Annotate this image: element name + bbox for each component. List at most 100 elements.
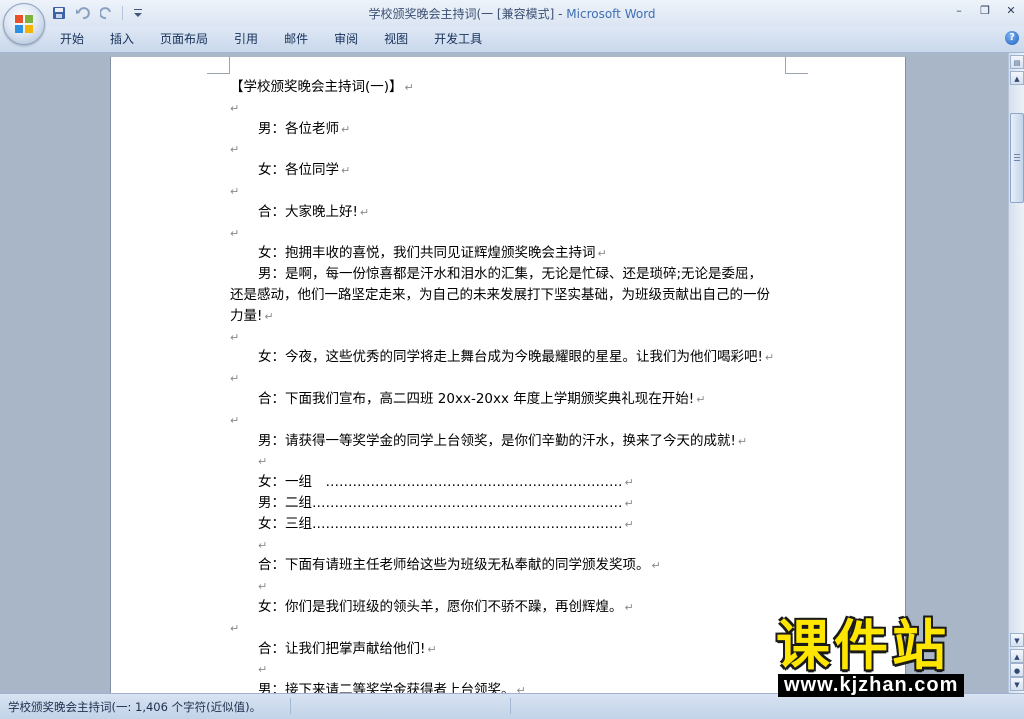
watermark-title: 课件站 <box>776 614 950 677</box>
document-page[interactable]: 【学校颁奖晚会主持词(一)】 ↵ ↵ 男：各位老师 ↵ ↵ 女：各位同学 ↵ ↵ 合：大家晚上好!… <box>110 57 906 693</box>
paragraph-mark-icon: ↵ <box>404 81 414 94</box>
tab-insert[interactable]: 插入 <box>100 30 144 48</box>
ribbon-tab-bar: 开始 插入 页面布局 引用 邮件 审阅 视图 开发工具 ? <box>0 26 1024 53</box>
help-icon[interactable]: ? <box>1005 31 1019 45</box>
paragraph-text: 男：是啊，每一份惊喜都是汗水和泪水的汇集，无论是忙碌、还是琐碎;无论是委屈， <box>258 266 763 283</box>
app-name: Microsoft Word <box>566 7 656 21</box>
paragraph-mark-icon: ↵ <box>230 184 240 198</box>
line-text: 男：接下来请二等奖学金获得者上台领奖。 <box>258 682 515 693</box>
tab-references[interactable]: 引用 <box>224 30 268 48</box>
scroll-up-icon[interactable]: ▲ <box>1010 71 1024 85</box>
empty-line: ↵ <box>230 410 790 431</box>
text-line: 【学校颁奖晚会主持词(一)】 ↵ <box>230 77 790 98</box>
empty-line: ↵ <box>230 659 790 680</box>
line-text: 合：让我们把掌声献给他们! <box>258 640 426 657</box>
paragraph-mark-icon: ↵ <box>258 455 268 469</box>
empty-line: ↵ <box>230 618 790 639</box>
line-text: 女：各位同学 <box>258 162 339 179</box>
paragraph-mark-icon: ↵ <box>341 164 351 178</box>
browse-object-icon[interactable]: ● <box>1010 663 1024 677</box>
close-button[interactable]: ✕ <box>1002 2 1020 20</box>
text-line: 女：各位同学 ↵ <box>230 160 790 181</box>
paragraph-mark-icon: ↵ <box>230 226 240 240</box>
text-line: 男：接下来请二等奖学金获得者上台领奖。 ↵ <box>230 680 790 693</box>
paragraph-text: 还是感动，他们一路坚定走来，为自己的未来发展打下坚实基础，为班级贡献出自己的一份 <box>230 286 770 303</box>
line-text: 男：请获得一等奖学金的同学上台领奖，是你们辛勤的汗水，换来了今天的成就! <box>258 432 736 449</box>
empty-line: ↵ <box>230 535 790 556</box>
paragraph-mark-icon: ↵ <box>764 351 775 365</box>
text-line: 男：二组…………………………………………………………… ↵ <box>230 493 790 514</box>
tab-view[interactable]: 视图 <box>374 30 418 48</box>
paragraph-mark-icon: ↵ <box>230 372 240 386</box>
document-body[interactable]: 【学校颁奖晚会主持词(一)】 ↵ ↵ 男：各位老师 ↵ ↵ 女：各位同学 ↵ ↵ 合：大家晚上好!… <box>230 77 790 693</box>
paragraph-mark-icon: ↵ <box>651 559 661 573</box>
previous-page-icon[interactable]: ▲ <box>1010 649 1024 663</box>
paragraph-line: 力量! ↵ <box>230 306 790 327</box>
tab-page-layout[interactable]: 页面布局 <box>150 30 218 48</box>
ruler-toggle-icon[interactable]: ▤ <box>1010 55 1024 69</box>
paragraph-mark-icon: ↵ <box>230 143 240 157</box>
paragraph-mark-icon: ↵ <box>624 496 634 510</box>
paragraph-mark-icon: ↵ <box>427 642 437 656</box>
line-text: 女：今夜，这些优秀的同学将走上舞台成为今晚最耀眼的星星。让我们为他们喝彩吧! <box>258 349 763 366</box>
line-text: 男：二组…………………………………………………………… <box>258 494 623 511</box>
paragraph-line: 男：是啊，每一份惊喜都是汗水和泪水的汇集，无论是忙碌、还是琐碎;无论是委屈， <box>230 264 790 285</box>
tab-home[interactable]: 开始 <box>50 30 94 48</box>
vertical-scrollbar[interactable]: ▤ ▲ ▼ ▲ ● ▼ <box>1008 53 1024 693</box>
restore-button[interactable]: ❐ <box>976 2 994 20</box>
text-line: 合：让我们把掌声献给他们! ↵ <box>230 639 790 660</box>
empty-line: ↵ <box>230 576 790 597</box>
paragraph-mark-icon: ↵ <box>230 101 240 115</box>
scroll-down-icon[interactable]: ▼ <box>1010 633 1024 647</box>
next-page-icon[interactable]: ▼ <box>1010 677 1024 691</box>
paragraph-long: 男：是啊，每一份惊喜都是汗水和泪水的汇集，无论是忙碌、还是琐碎;无论是委屈， 还… <box>230 264 790 326</box>
paragraph-mark-icon: ↵ <box>258 580 268 594</box>
paragraph-mark-icon: ↵ <box>230 621 240 635</box>
empty-line: ↵ <box>230 368 790 389</box>
line-text: 女：一组 ………………………………………………………… <box>258 474 623 491</box>
title-separator: - <box>554 7 567 21</box>
paragraph-mark-icon: ↵ <box>624 517 634 531</box>
line-text: 合：下面有请班主任老师给这些为班级无私奉献的同学颁发奖项。 <box>258 557 650 574</box>
tab-review[interactable]: 审阅 <box>324 30 368 48</box>
ribbon-tabs: 开始 插入 页面布局 引用 邮件 审阅 视图 开发工具 <box>50 30 498 48</box>
text-line: 女：一组 ………………………………………………………… ↵ <box>230 472 790 493</box>
text-line: 男：各位老师 ↵ <box>230 119 790 140</box>
text-line: 合：下面我们宣布，高二四班 20xx-20xx 年度上学期颁奖典礼现在开始! ↵ <box>230 389 790 410</box>
paragraph-text: 力量! <box>230 307 263 324</box>
text-line: 男：请获得一等奖学金的同学上台领奖，是你们辛勤的汗水，换来了今天的成就! ↵ <box>230 431 790 452</box>
paragraph-mark-icon: ↵ <box>624 476 634 490</box>
paragraph-mark-icon: ↵ <box>516 684 526 693</box>
text-line: 女：你们是我们班级的领头羊，愿你们不骄不躁，再创辉煌。 ↵ <box>230 597 790 618</box>
paragraph-mark-icon: ↵ <box>624 600 634 614</box>
paragraph-mark-icon: ↵ <box>359 205 370 219</box>
status-separator <box>510 698 511 714</box>
line-text: 女：三组…………………………………………………………… <box>258 515 623 532</box>
tab-developer[interactable]: 开发工具 <box>424 30 492 48</box>
margin-corner-top-left <box>207 57 230 74</box>
empty-line: ↵ <box>230 139 790 160</box>
window-title: 学校颁奖晚会主持词(一 [兼容模式] - Microsoft Word <box>0 5 1024 22</box>
text-line: 女：抱拥丰收的喜悦，我们共同见证辉煌颁奖晚会主持词 ↵ <box>230 243 790 264</box>
paragraph-mark-icon: ↵ <box>696 392 706 406</box>
status-word-count[interactable]: 学校颁奖晚会主持词(一: 1,406 个字符(近似值)。 <box>8 699 261 715</box>
line-text: 男：各位老师 <box>258 120 339 137</box>
paragraph-mark-icon: ↵ <box>264 309 274 323</box>
minimize-button[interactable]: – <box>950 2 968 20</box>
text-line: 女：今夜，这些优秀的同学将走上舞台成为今晚最耀眼的星星。让我们为他们喝彩吧! ↵ <box>230 347 790 368</box>
paragraph-mark-icon: ↵ <box>258 663 268 677</box>
status-separator <box>290 698 291 714</box>
line-text: 【学校颁奖晚会主持词(一)】 <box>230 79 403 95</box>
line-text: 合：下面我们宣布，高二四班 20xx-20xx 年度上学期颁奖典礼现在开始! <box>258 390 695 407</box>
line-text: 合：大家晚上好! <box>258 203 358 220</box>
empty-line: ↵ <box>230 327 790 348</box>
office-button[interactable] <box>3 3 45 45</box>
scroll-thumb[interactable] <box>1010 113 1024 203</box>
window-controls: – ❐ ✕ <box>950 2 1020 20</box>
paragraph-mark-icon: ↵ <box>258 538 268 552</box>
paragraph-mark-icon: ↵ <box>737 434 748 448</box>
tab-mailings[interactable]: 邮件 <box>274 30 318 48</box>
paragraph-line: 还是感动，他们一路坚定走来，为自己的未来发展打下坚实基础，为班级贡献出自己的一份 <box>230 285 790 306</box>
empty-line: ↵ <box>230 451 790 472</box>
paragraph-mark-icon: ↵ <box>341 122 351 136</box>
